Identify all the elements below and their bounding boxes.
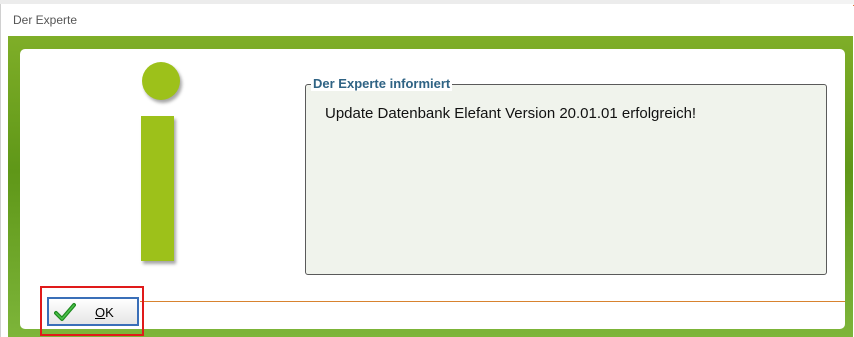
content-panel: Der Experte informiert Update Datenbank … xyxy=(20,49,845,336)
message-text: Update Datenbank Elefant Version 20.01.0… xyxy=(325,105,697,122)
checkmark-icon xyxy=(54,303,76,321)
dialog-window: Der Experte Der Experte informiert Updat… xyxy=(0,4,853,337)
message-groupbox: Der Experte informiert Update Datenbank … xyxy=(305,76,827,275)
groupbox-title: Der Experte informiert xyxy=(311,76,453,91)
dialog-client-area: Der Experte informiert Update Datenbank … xyxy=(8,36,853,337)
window-title: Der Experte xyxy=(13,13,78,27)
button-separator-line xyxy=(140,301,845,302)
ok-button-mnemonic: O xyxy=(95,305,106,320)
ok-button-label: OK xyxy=(95,305,114,320)
info-i-icon xyxy=(132,62,192,272)
info-icon-dot xyxy=(142,62,180,100)
ok-button-label-rest: K xyxy=(105,305,114,320)
info-icon-stem xyxy=(141,116,174,261)
ok-button[interactable]: OK xyxy=(47,297,139,326)
title-bar[interactable]: Der Experte xyxy=(1,4,853,36)
